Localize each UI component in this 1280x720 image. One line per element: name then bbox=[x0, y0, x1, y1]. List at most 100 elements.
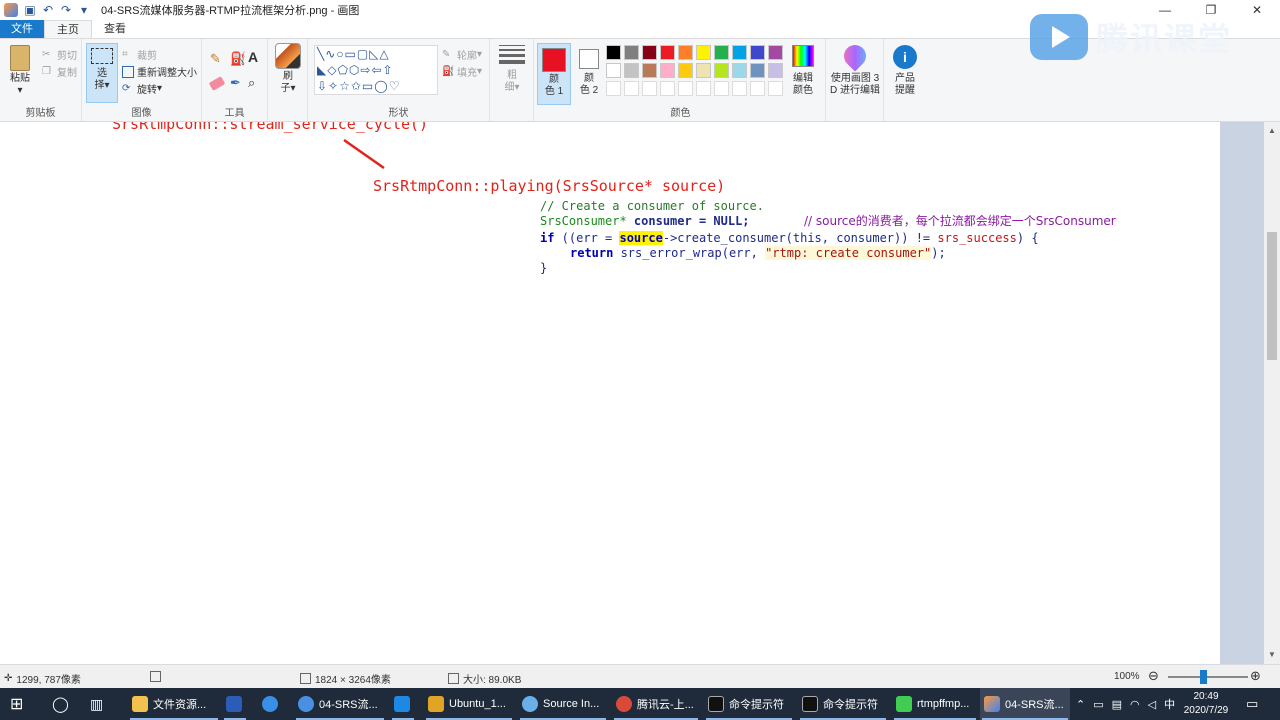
rotate-button[interactable]: ⟳ 旋转 ▾ bbox=[122, 81, 162, 97]
size-group: 粗细▾ bbox=[490, 39, 534, 121]
notification-icon[interactable]: ▭ bbox=[1246, 688, 1258, 720]
taskbar-item-word[interactable] bbox=[222, 688, 248, 720]
clock[interactable]: 20:49 2020/7/29 bbox=[1174, 690, 1238, 718]
palette-swatch[interactable] bbox=[714, 45, 729, 60]
customize-dropdown-icon[interactable]: ▾ bbox=[77, 3, 91, 17]
zoom-out-icon[interactable]: ⊖ bbox=[1148, 668, 1159, 684]
tab-view[interactable]: 查看 bbox=[92, 20, 138, 38]
select-button[interactable]: 选择▾ bbox=[86, 43, 118, 103]
custom-color-slot[interactable] bbox=[606, 81, 621, 96]
tab-home[interactable]: 主页 bbox=[44, 20, 92, 38]
taskbar-item-paint[interactable]: 04-SRS流... bbox=[980, 688, 1070, 720]
chinese-comment: // source的消费者，每个拉流都会绑定一个SrsConsumer bbox=[804, 214, 1116, 228]
custom-color-slot[interactable] bbox=[660, 81, 675, 96]
drawing-canvas[interactable]: SrsRtmpConn::stream_service_cycle() SrsR… bbox=[0, 122, 1220, 664]
task-view-button[interactable]: ▥ bbox=[86, 688, 112, 720]
star-shape-icon: ⇩✧☆✩▭◯♡ bbox=[317, 79, 401, 93]
windows-icon: ⊞ bbox=[10, 696, 24, 713]
text-tool-icon[interactable]: A bbox=[248, 49, 258, 65]
shapes-gallery[interactable]: ╲∿○▭▢◺△ ◣◇⬠⬡⇨⇦⇧ ⇩✧☆✩▭◯♡ bbox=[314, 45, 438, 95]
code-line-3: if ((err = source->create_consumer(this,… bbox=[540, 231, 1039, 245]
zoom-slider-track[interactable] bbox=[1168, 676, 1248, 678]
brushes-button[interactable]: 刷子▾ bbox=[272, 43, 304, 95]
custom-color-slot[interactable] bbox=[714, 81, 729, 96]
close-button[interactable]: ✕ bbox=[1234, 0, 1280, 20]
scroll-up-icon[interactable]: ▲ bbox=[1264, 124, 1280, 138]
outline-button[interactable]: ✎ 轮廓 ▾ bbox=[442, 47, 482, 63]
custom-color-slot[interactable] bbox=[642, 81, 657, 96]
taskbar-item-vscode[interactable] bbox=[390, 688, 416, 720]
color-picker-icon[interactable]: ✒ bbox=[230, 75, 241, 91]
fill-bucket-icon[interactable]: ⛽ bbox=[230, 51, 246, 67]
redo-icon[interactable]: ↷ bbox=[59, 3, 73, 17]
palette-swatch[interactable] bbox=[768, 63, 783, 78]
tray-expand-icon[interactable]: ⌃ bbox=[1076, 698, 1085, 711]
palette-swatch[interactable] bbox=[696, 45, 711, 60]
taskbar-item-tencent-cloud[interactable]: 腾讯云-上... bbox=[612, 688, 700, 720]
taskbar-item-cmd-2[interactable]: 命令提示符 bbox=[798, 688, 888, 720]
palette-swatch[interactable] bbox=[750, 63, 765, 78]
wifi-icon[interactable]: ◠ bbox=[1130, 698, 1140, 711]
red-arrow-line bbox=[343, 138, 385, 170]
paint3d-button[interactable]: 使用画图 3D 进行编辑 bbox=[826, 40, 884, 97]
crop-button[interactable]: ⌗ 裁剪 bbox=[122, 47, 157, 63]
fill-button[interactable]: ⛽ 填充 ▾ bbox=[442, 64, 482, 80]
vertical-scrollbar[interactable]: ▲ ▼ bbox=[1264, 122, 1280, 664]
palette-swatch[interactable] bbox=[660, 63, 675, 78]
scroll-thumb[interactable] bbox=[1267, 232, 1277, 360]
palette-swatch[interactable] bbox=[642, 45, 657, 60]
volume-icon[interactable]: ◁ bbox=[1148, 698, 1156, 711]
palette-swatch[interactable] bbox=[624, 63, 639, 78]
custom-color-slot[interactable] bbox=[768, 81, 783, 96]
search-button[interactable]: ◯ bbox=[48, 688, 74, 720]
palette-swatch[interactable] bbox=[696, 63, 711, 78]
taskbar-item-explorer[interactable]: 文件资源... bbox=[128, 688, 220, 720]
palette-swatch[interactable] bbox=[732, 63, 747, 78]
taskbar-item-cmd-1[interactable]: 命令提示符 bbox=[704, 688, 794, 720]
battery-icon[interactable]: ▭ bbox=[1093, 698, 1103, 711]
paste-button[interactable]: 粘贴 ▾ bbox=[6, 45, 34, 97]
palette-swatch[interactable] bbox=[678, 45, 693, 60]
magnifier-icon[interactable]: ⌕ bbox=[248, 75, 255, 91]
custom-color-slot[interactable] bbox=[678, 81, 693, 96]
undo-icon[interactable]: ↶ bbox=[41, 3, 55, 17]
copy-button[interactable]: ❐ 复制 bbox=[42, 64, 77, 80]
taskbar-item-srs-doc[interactable]: 04-SRS流... bbox=[294, 688, 386, 720]
tab-file[interactable]: 文件 bbox=[0, 20, 44, 38]
palette-swatch[interactable] bbox=[732, 45, 747, 60]
palette-swatch[interactable] bbox=[714, 63, 729, 78]
palette-swatch[interactable] bbox=[678, 63, 693, 78]
pencil-icon[interactable]: ✎ bbox=[210, 51, 221, 67]
resize-button[interactable]: 重新调整大小 bbox=[122, 64, 197, 79]
taskbar-item-source-insight[interactable]: Source In... bbox=[518, 688, 608, 720]
palette-swatch[interactable] bbox=[642, 63, 657, 78]
palette-swatch[interactable] bbox=[624, 45, 639, 60]
palette-swatch[interactable] bbox=[768, 45, 783, 60]
save-icon[interactable]: ▣ bbox=[23, 3, 37, 17]
custom-color-slot[interactable] bbox=[696, 81, 711, 96]
custom-color-slot[interactable] bbox=[750, 81, 765, 96]
palette-swatch[interactable] bbox=[660, 45, 675, 60]
custom-color-slot[interactable] bbox=[732, 81, 747, 96]
code-line-2: SrsConsumer* consumer = NULL; bbox=[540, 214, 750, 228]
zoom-slider-thumb[interactable] bbox=[1200, 670, 1207, 684]
palette-swatch[interactable] bbox=[606, 45, 621, 60]
zoom-in-icon[interactable]: ⊕ bbox=[1250, 668, 1261, 684]
palette-swatch[interactable] bbox=[606, 63, 621, 78]
cut-button[interactable]: ✂ 剪切 bbox=[42, 47, 77, 63]
taskbar-item-ubuntu[interactable]: Ubuntu_1... bbox=[424, 688, 514, 720]
edit-colors-button[interactable]: 编辑 颜色 bbox=[786, 45, 820, 97]
taskbar-item-qt[interactable]: rtmpffmp... bbox=[892, 688, 978, 720]
size-button[interactable]: 粗细▾ bbox=[496, 45, 528, 94]
taskbar-item-browser[interactable] bbox=[258, 688, 284, 720]
scroll-down-icon[interactable]: ▼ bbox=[1264, 648, 1280, 662]
sogou-icon bbox=[298, 696, 314, 712]
eraser-icon[interactable] bbox=[208, 76, 226, 91]
status-bar: ✛ 1299, 787像素 1824 × 3264像素 大小: 89.0KB 10… bbox=[0, 664, 1280, 688]
product-alert-button[interactable]: i 产品 提醒 bbox=[886, 45, 924, 97]
start-button[interactable]: ⊞ bbox=[6, 688, 36, 720]
network-icon[interactable]: ▤ bbox=[1112, 698, 1122, 711]
custom-color-slot[interactable] bbox=[624, 81, 639, 96]
brushes-group: 刷子▾ bbox=[268, 39, 308, 121]
palette-swatch[interactable] bbox=[750, 45, 765, 60]
